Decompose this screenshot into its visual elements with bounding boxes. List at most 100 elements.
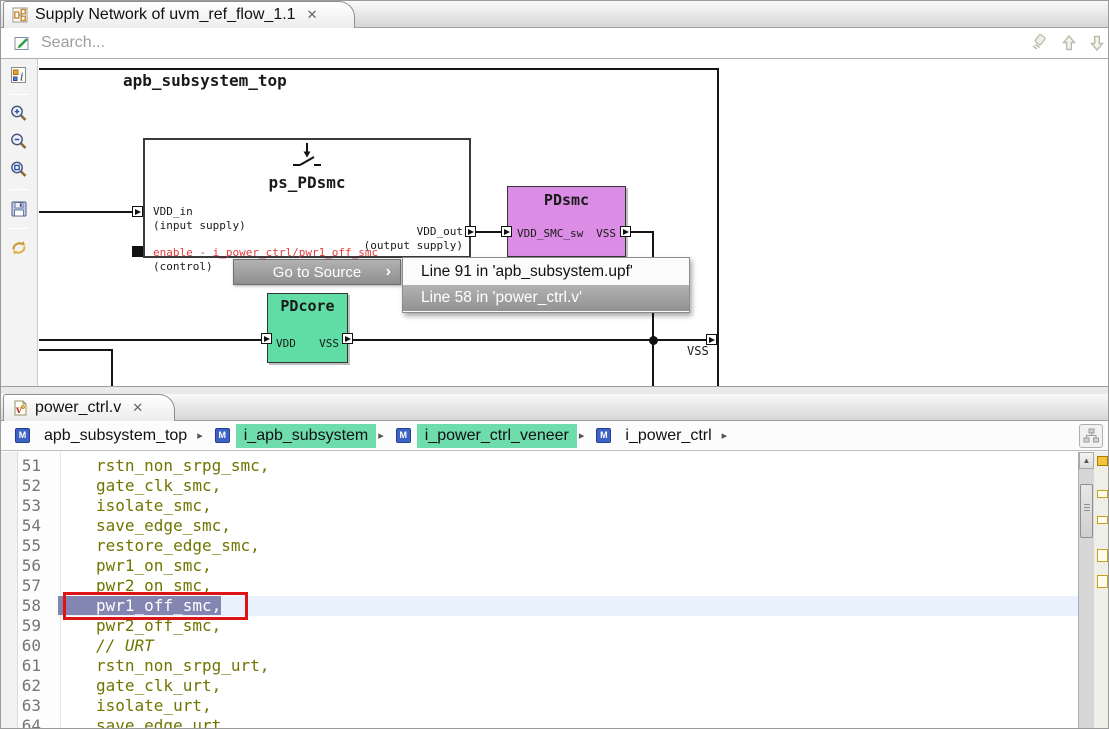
tab-supply-network[interactable]: Supply Network of uvm_ref_flow_1.1 ✕ (3, 1, 355, 28)
zoom-fit-icon (9, 160, 29, 180)
arrow-up-icon[interactable] (1059, 33, 1079, 53)
context-menu-go-to-source[interactable]: Go to Source › (233, 259, 401, 285)
pdsmc-port-left[interactable] (501, 226, 512, 237)
line-number[interactable]: 57 (1, 576, 51, 596)
code-line-55[interactable]: 55restore_edge_smc, (1, 536, 1078, 556)
line-number[interactable]: 59 (1, 616, 51, 636)
code-line-64[interactable]: 64 save_edge_urt, (1, 716, 1078, 729)
code-text: pwr2_off_smc, (96, 616, 221, 635)
scrollbar-thumb[interactable] (1080, 484, 1093, 538)
search-bar (1, 28, 1109, 59)
pdcore-port-left[interactable] (261, 333, 272, 344)
line-number[interactable]: 55 (1, 536, 51, 556)
breadcrumb-item[interactable]: i_apb_subsystem (236, 424, 377, 448)
code-line-51[interactable]: 51 rstn_non_srpg_smc, (1, 456, 1078, 476)
code-line-62[interactable]: 62 gate_clk_urt, (1, 676, 1078, 696)
container-label: apb_subsystem_top (123, 71, 287, 90)
code-text: pwr1_on_smc, (96, 556, 212, 575)
vss-net-label: VSS (687, 344, 709, 358)
refresh-button[interactable] (7, 236, 31, 260)
breadcrumb-expand-arrow[interactable]: ▸ (197, 429, 203, 442)
submenu-item[interactable]: Line 58 in 'power_ctrl.v' (403, 285, 689, 311)
scroll-up-button[interactable]: ▲ (1079, 452, 1094, 469)
application-window: Supply Network of uvm_ref_flow_1.1 ✕ i a… (0, 0, 1109, 729)
code-line-61[interactable]: 61 rstn_non_srpg_urt, (1, 656, 1078, 676)
code-line-58[interactable]: 58 pwr1_off_smc, (1, 596, 1078, 616)
line-number[interactable]: 53 (1, 496, 51, 516)
pdsmc-port-right[interactable] (620, 226, 631, 237)
code-line-53[interactable]: 53isolate_smc, (1, 496, 1078, 516)
code-text: save_edge_urt, (96, 716, 231, 729)
code-text: rstn_non_srpg_urt, (96, 656, 269, 675)
port-vss-boundary[interactable] (706, 334, 717, 345)
block-ps-pdsmc-title: ps_PDsmc (143, 173, 471, 192)
toolbar-separator (9, 94, 29, 95)
code-line-59[interactable]: 59 pwr2_off_smc, (1, 616, 1078, 636)
breadcrumb-item[interactable]: apb_subsystem_top (36, 424, 195, 448)
code-text: isolate_urt, (96, 696, 212, 715)
submenu-arrow-icon: › (386, 263, 391, 281)
line-number[interactable]: 52 (1, 476, 51, 496)
pdcore-port-right-label: VSS (319, 337, 339, 350)
line-number[interactable]: 63 (1, 696, 51, 716)
module-icon: M (596, 428, 611, 443)
breadcrumb-item[interactable]: i_power_ctrl (617, 424, 719, 448)
arrow-down-icon[interactable] (1087, 33, 1107, 53)
code-line-52[interactable]: 52gate_clk_smc, (1, 476, 1078, 496)
line-number[interactable]: 56 (1, 556, 51, 576)
breadcrumb-expand-arrow[interactable]: ▸ (722, 429, 728, 442)
pdcore-port-right[interactable] (342, 333, 353, 344)
verilog-file-icon: v (12, 400, 28, 416)
close-icon[interactable]: ✕ (132, 400, 143, 416)
zoom-in-button[interactable] (7, 102, 31, 126)
line-number[interactable]: 61 (1, 656, 51, 676)
occurrence-marker[interactable] (1097, 575, 1108, 588)
occurrence-marker[interactable] (1097, 490, 1108, 498)
zoom-fit-button[interactable] (7, 158, 31, 182)
close-icon[interactable]: ✕ (307, 7, 318, 23)
power-switch-icon (289, 142, 325, 172)
code-line-63[interactable]: 63 isolate_urt, (1, 696, 1078, 716)
block-pdcore-title: PDcore (268, 297, 347, 315)
code-line-54[interactable]: 54save_edge_smc, (1, 516, 1078, 536)
line-number[interactable]: 58 (1, 596, 51, 616)
line-number[interactable]: 51 (1, 456, 51, 476)
breadcrumb-item[interactable]: i_power_ctrl_veneer (417, 424, 577, 448)
tab-power-ctrl[interactable]: v power_ctrl.v ✕ (3, 394, 175, 421)
overview-ruler (1094, 452, 1109, 729)
breadcrumb-expand-arrow[interactable]: ▸ (579, 429, 585, 442)
code-line-60[interactable]: 60// URT (1, 636, 1078, 656)
line-number[interactable]: 64 (1, 716, 51, 729)
pane-sash[interactable] (1, 387, 1109, 394)
selected-code-text: pwr1_off_smc, (58, 596, 221, 615)
occurrence-marker[interactable] (1097, 549, 1108, 562)
line-number[interactable]: 60 (1, 636, 51, 656)
port-vdd-out-kind: (output supply) (283, 239, 463, 252)
occurrence-marker[interactable] (1097, 516, 1108, 524)
zoom-out-button[interactable] (7, 130, 31, 154)
editor-tabbar: v power_ctrl.v ✕ (1, 394, 1109, 421)
vertical-scrollbar[interactable]: ▲ (1078, 452, 1094, 729)
diagram-properties-button[interactable]: i (7, 63, 31, 87)
supply-network-icon (12, 7, 28, 23)
code-text: gate_clk_urt, (96, 676, 221, 695)
diagram-toolbar: i (1, 59, 38, 386)
clear-search-icon[interactable] (1027, 33, 1049, 53)
line-number[interactable]: 62 (1, 676, 51, 696)
save-button[interactable] (7, 197, 31, 221)
breadcrumb-expand-arrow[interactable]: ▸ (378, 429, 384, 442)
submenu-item[interactable]: Line 91 in 'apb_subsystem.upf' (403, 259, 689, 285)
port-vdd-in[interactable] (132, 206, 143, 217)
show-hierarchy-button[interactable] (1079, 424, 1103, 448)
search-input[interactable] (41, 31, 921, 55)
block-pdcore[interactable]: PDcore VDD VSS (267, 293, 348, 363)
block-pdsmc[interactable]: PDsmc VDD_SMC_sw VSS (507, 186, 626, 257)
overview-ruler-header[interactable] (1097, 456, 1108, 466)
line-number[interactable]: 54 (1, 516, 51, 536)
code-line-57[interactable]: 57pwr2_on_smc, (1, 576, 1078, 596)
code-line-56[interactable]: 56 pwr1_on_smc, (1, 556, 1078, 576)
port-vdd-out[interactable] (465, 226, 476, 237)
port-enable[interactable] (132, 246, 143, 257)
code-text: rstn_non_srpg_smc, (96, 456, 269, 475)
code-editor[interactable]: 51rstn_non_srpg_smc,52gate_clk_smc,53iso… (1, 452, 1109, 729)
